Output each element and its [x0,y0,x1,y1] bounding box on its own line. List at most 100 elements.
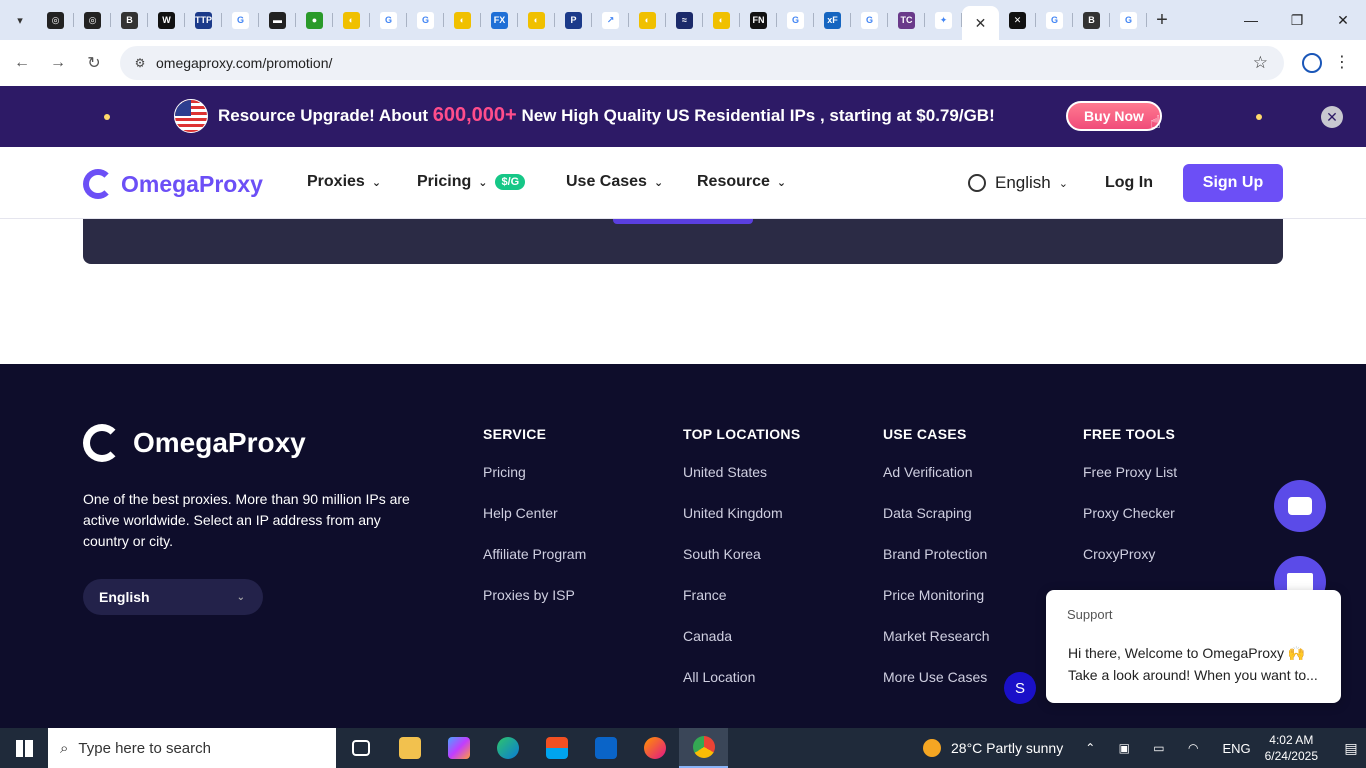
footer-logo[interactable]: OmegaProxy [83,424,306,462]
browser-tab[interactable]: ◐ [703,4,740,36]
footer-link[interactable]: Affiliate Program [483,546,586,565]
close-window-button[interactable]: ✕ [1320,0,1366,40]
maximize-button[interactable]: ❐ [1274,0,1320,40]
firefox-button[interactable] [630,728,679,768]
file-explorer-button[interactable] [385,728,434,768]
input-language[interactable]: ENG [1222,741,1250,756]
footer-link[interactable]: CroxyProxy [1083,546,1177,565]
buy-now-button[interactable]: Buy Now [1066,101,1162,131]
browser-tab[interactable]: ● [296,4,333,36]
mail-icon [1287,573,1313,591]
footer-link[interactable]: Proxy Checker [1083,505,1177,524]
footer-link[interactable]: Price Monitoring [883,587,990,606]
minimize-button[interactable]: — [1228,0,1274,40]
tab-search-button[interactable]: ▾ [7,7,33,33]
footer-link[interactable]: South Korea [683,546,800,565]
footer-link[interactable]: Help Center [483,505,586,524]
address-bar[interactable]: ⚙ omegaproxy.com/promotion/ ☆ [120,46,1284,80]
new-tab-button[interactable]: + [1147,9,1177,32]
browser-tab[interactable]: G [407,4,444,36]
footer-link[interactable]: Brand Protection [883,546,990,565]
footer-link[interactable]: Data Scraping [883,505,990,524]
browser-tab[interactable]: W [148,4,185,36]
profile-icon[interactable] [1302,53,1322,73]
nav-proxies[interactable]: Proxies ⌄ [307,173,381,191]
browser-tab[interactable]: ◎ [37,4,74,36]
browser-tab[interactable]: TC [888,4,925,36]
nav-pricing[interactable]: Pricing ⌄ $/G [417,173,526,191]
clock[interactable]: 4:02 AM 6/24/2025 [1265,732,1318,764]
chat-button[interactable] [1274,480,1326,532]
start-button[interactable] [0,728,48,768]
footer-link[interactable]: Proxies by ISP [483,587,586,606]
footer-link[interactable]: United States [683,464,800,483]
browser-tab[interactable]: ◐ [629,4,666,36]
browser-tab[interactable]: FN [740,4,777,36]
signup-button[interactable]: Sign Up [1183,164,1283,202]
taskbar-search[interactable]: ⌕ Type here to search [48,728,336,768]
chrome-button[interactable] [679,728,728,768]
tab-strip: ▾ ◎ ◎ B W TTP G ▬ ● ◐ G G ◐ FX ◐ P ↗ ◐ ≈ ◐ FN GxF G TC ✦ ✕ ✕ G B G +… [0,0,1366,40]
login-button[interactable]: Log In [1105,174,1153,192]
close-icon[interactable]: ✕ [972,15,989,32]
language-selector[interactable]: English ⌄ [968,173,1068,193]
browser-tab[interactable]: ≈ [666,4,703,36]
site-info-icon[interactable]: ⚙ [124,56,156,70]
brand-name: OmegaProxy [121,170,263,197]
weather-widget[interactable]: 28°C Partly sunny [923,739,1063,757]
footer-link[interactable]: Ad Verification [883,464,990,483]
footer-column: TOP LOCATIONS United States United Kingdom… [683,426,800,710]
url-text[interactable]: omegaproxy.com/promotion/ [156,55,332,71]
browser-tab[interactable]: B [111,4,148,36]
task-view-button[interactable] [336,728,385,768]
footer-link[interactable]: Canada [683,628,800,647]
promo-close-icon[interactable]: ✕ [1321,106,1343,128]
browser-tab[interactable]: ◎ [74,4,111,36]
browser-tab[interactable]: ◐ [444,4,481,36]
copilot-button[interactable] [434,728,483,768]
brand-logo[interactable]: OmegaProxy [83,169,263,199]
nav-use-cases[interactable]: Use Cases ⌄ [566,173,663,191]
back-button[interactable]: ← [4,45,40,81]
browser-tab[interactable]: ✕ [962,6,999,40]
footer-language-select[interactable]: English ⌄ [83,579,263,615]
footer-link[interactable]: Pricing [483,464,586,483]
cta-card [83,219,1283,264]
forward-button[interactable]: → [40,45,76,81]
browser-tab[interactable]: G [1036,4,1073,36]
browser-tab[interactable]: ◐ [333,4,370,36]
browser-tab[interactable]: FX [481,4,518,36]
notification-icon[interactable]: ▤ [1336,740,1366,757]
footer-link[interactable]: Market Research [883,628,990,647]
browser-tab[interactable]: G [222,4,259,36]
browser-tab[interactable]: B [1073,4,1110,36]
browser-tab[interactable]: xF [814,4,851,36]
browser-tab[interactable]: G [851,4,888,36]
bookmark-star-icon[interactable]: ☆ [1253,53,1268,73]
browser-tab[interactable]: G [370,4,407,36]
browser-tab[interactable]: P [555,4,592,36]
footer-link[interactable]: France [683,587,800,606]
browser-tab[interactable]: G [777,4,814,36]
cta-button[interactable] [613,219,753,224]
wave-icon: ≈ [676,11,693,29]
browser-tab[interactable]: ✦ [925,4,962,36]
footer-link[interactable]: Free Proxy List [1083,464,1177,483]
outlook-button[interactable] [581,728,630,768]
nav-resource[interactable]: Resource ⌄ [697,173,786,191]
reload-button[interactable]: ↻ [76,45,112,81]
tray-icons[interactable]: ⌃ ▣ ▭ ◠ [1085,741,1208,755]
store-button[interactable] [532,728,581,768]
chat-popup[interactable]: Support Hi there, Welcome to OmegaProxy … [1046,590,1341,703]
browser-tab[interactable]: ▬ [259,4,296,36]
footer-link[interactable]: All Location [683,669,800,688]
browser-tab[interactable]: ↗ [592,4,629,36]
menu-icon[interactable]: ⋮ [1334,52,1350,72]
footer-link[interactable]: More Use Cases [883,669,990,688]
edge-button[interactable] [483,728,532,768]
browser-tab[interactable]: ◐ [518,4,555,36]
browser-tab[interactable]: TTP [185,4,222,36]
browser-tab[interactable]: ✕ [999,4,1036,36]
footer-link[interactable]: United Kingdom [683,505,800,524]
browser-tab[interactable]: G [1110,4,1147,36]
